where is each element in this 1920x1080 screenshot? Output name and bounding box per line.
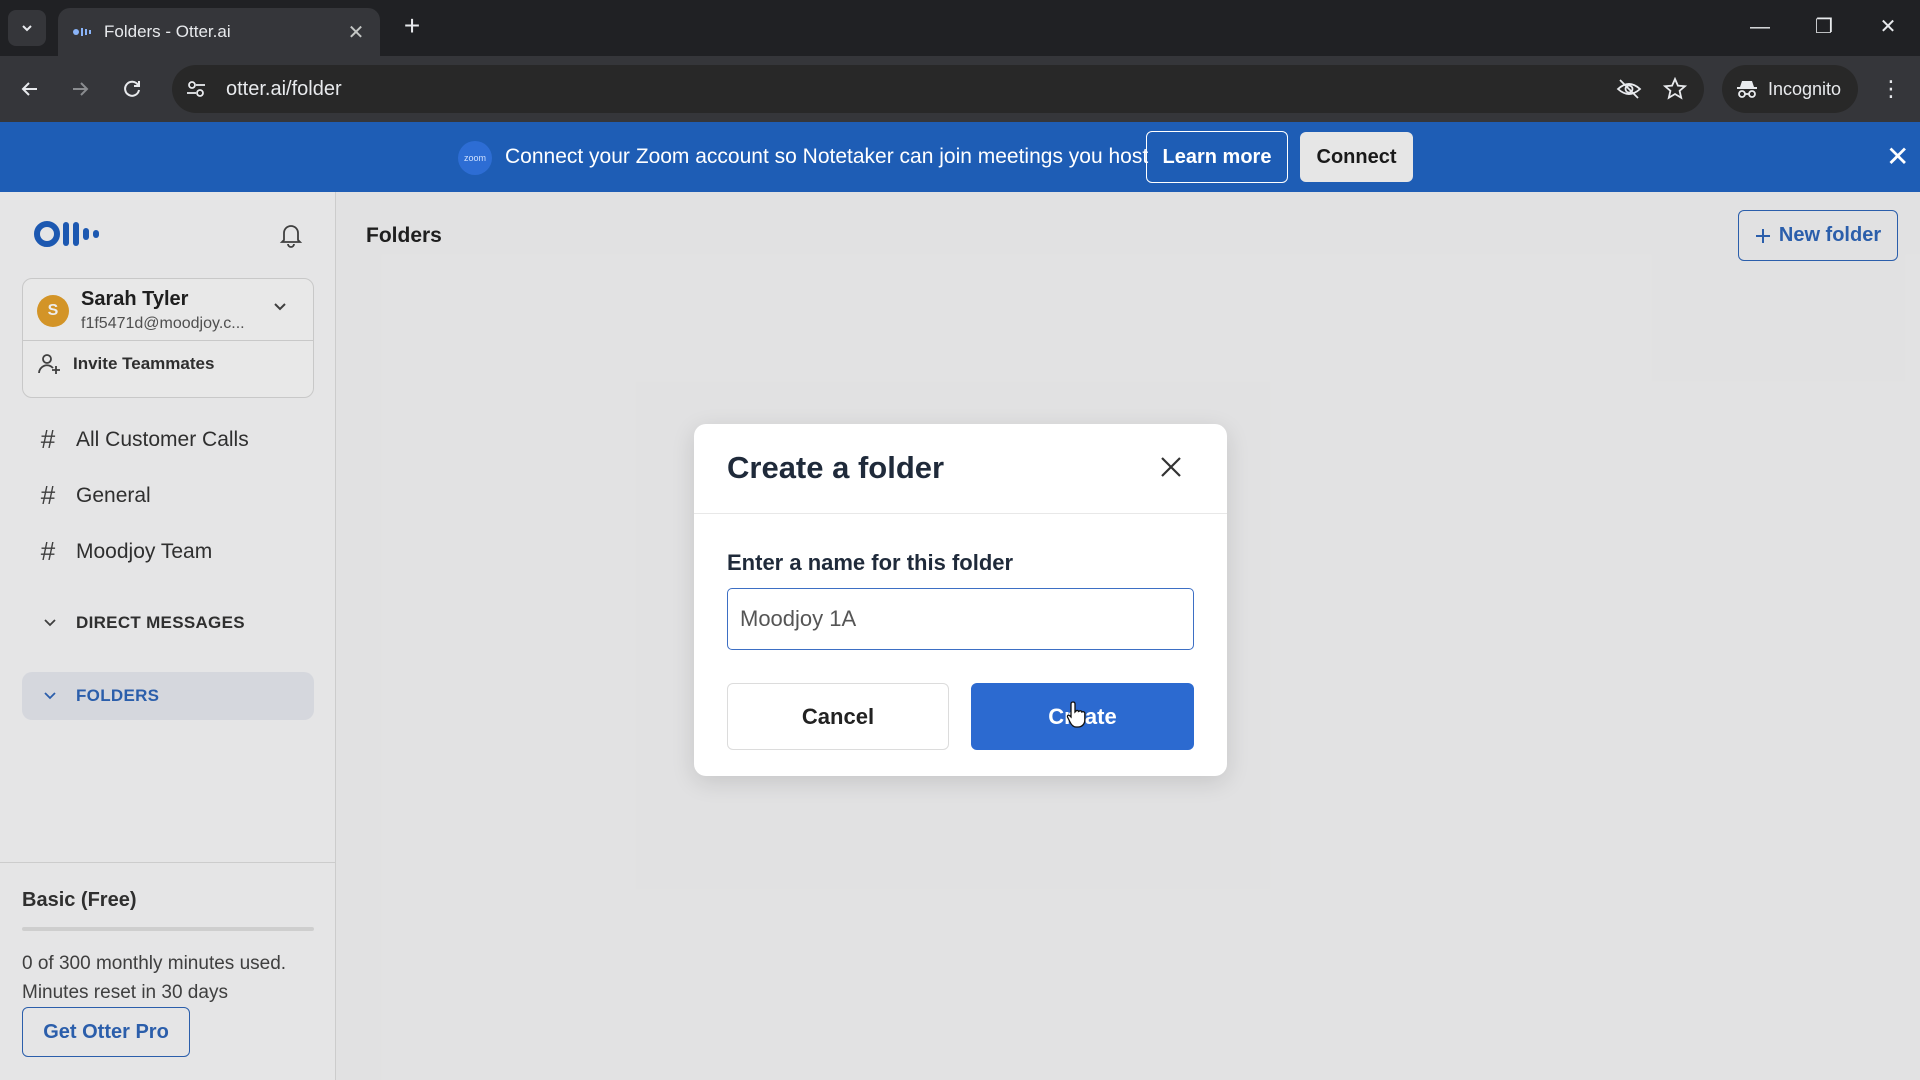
learn-more-button[interactable]: Learn more	[1146, 131, 1288, 183]
forward-arrow-icon[interactable]	[64, 73, 96, 105]
incognito-label: Incognito	[1768, 78, 1842, 99]
banner-close-icon[interactable]: ✕	[1886, 142, 1909, 172]
reload-icon[interactable]	[116, 73, 148, 105]
dialog-header: Create a folder	[694, 424, 1227, 514]
tab-title: Folders - Otter.ai	[104, 22, 231, 41]
otter-favicon-icon	[72, 26, 92, 38]
chevron-down-icon	[22, 25, 32, 32]
address-bar[interactable]: otter.ai/folder	[172, 65, 1704, 113]
browser-tab-active[interactable]: Folders - Otter.ai ✕	[58, 8, 380, 56]
banner-message: Connect your Zoom account so Notetaker c…	[505, 145, 1149, 168]
star-icon[interactable]	[1660, 77, 1690, 101]
create-folder-dialog: Create a folder Enter a name for this fo…	[694, 424, 1227, 776]
url-text: otter.ai/folder	[226, 77, 342, 100]
cancel-button[interactable]: Cancel	[727, 683, 949, 750]
folder-name-input[interactable]	[727, 588, 1194, 650]
close-window-icon[interactable]: ✕	[1868, 10, 1908, 44]
connect-button[interactable]: Connect	[1300, 132, 1413, 182]
tab-search-button[interactable]	[8, 10, 46, 46]
minimize-window-icon[interactable]: —	[1740, 10, 1780, 44]
zoom-connect-banner: zoom Connect your Zoom account so Noteta…	[0, 122, 1920, 192]
tab-close-icon[interactable]: ✕	[346, 20, 366, 45]
incognito-indicator[interactable]: Incognito	[1722, 65, 1858, 113]
site-settings-icon[interactable]	[186, 80, 208, 98]
back-arrow-icon[interactable]	[14, 73, 46, 105]
close-icon[interactable]	[1152, 448, 1190, 486]
browser-menu-icon[interactable]: ⋮	[1876, 73, 1906, 105]
mouse-pointer-icon	[1066, 700, 1088, 735]
restore-window-icon[interactable]: ❐	[1804, 10, 1844, 44]
new-tab-button[interactable]: +	[398, 12, 426, 40]
folder-name-label: Enter a name for this folder	[727, 550, 1014, 575]
browser-toolbar: otter.ai/folder Incognito ⋮	[0, 56, 1920, 122]
eye-slash-icon[interactable]	[1614, 78, 1644, 100]
incognito-icon	[1736, 79, 1758, 99]
dialog-title: Create a folder	[727, 450, 945, 485]
browser-tab-bar: Folders - Otter.ai ✕ + — ❐ ✕	[0, 0, 1920, 56]
zoom-logo-icon: zoom	[458, 141, 492, 175]
